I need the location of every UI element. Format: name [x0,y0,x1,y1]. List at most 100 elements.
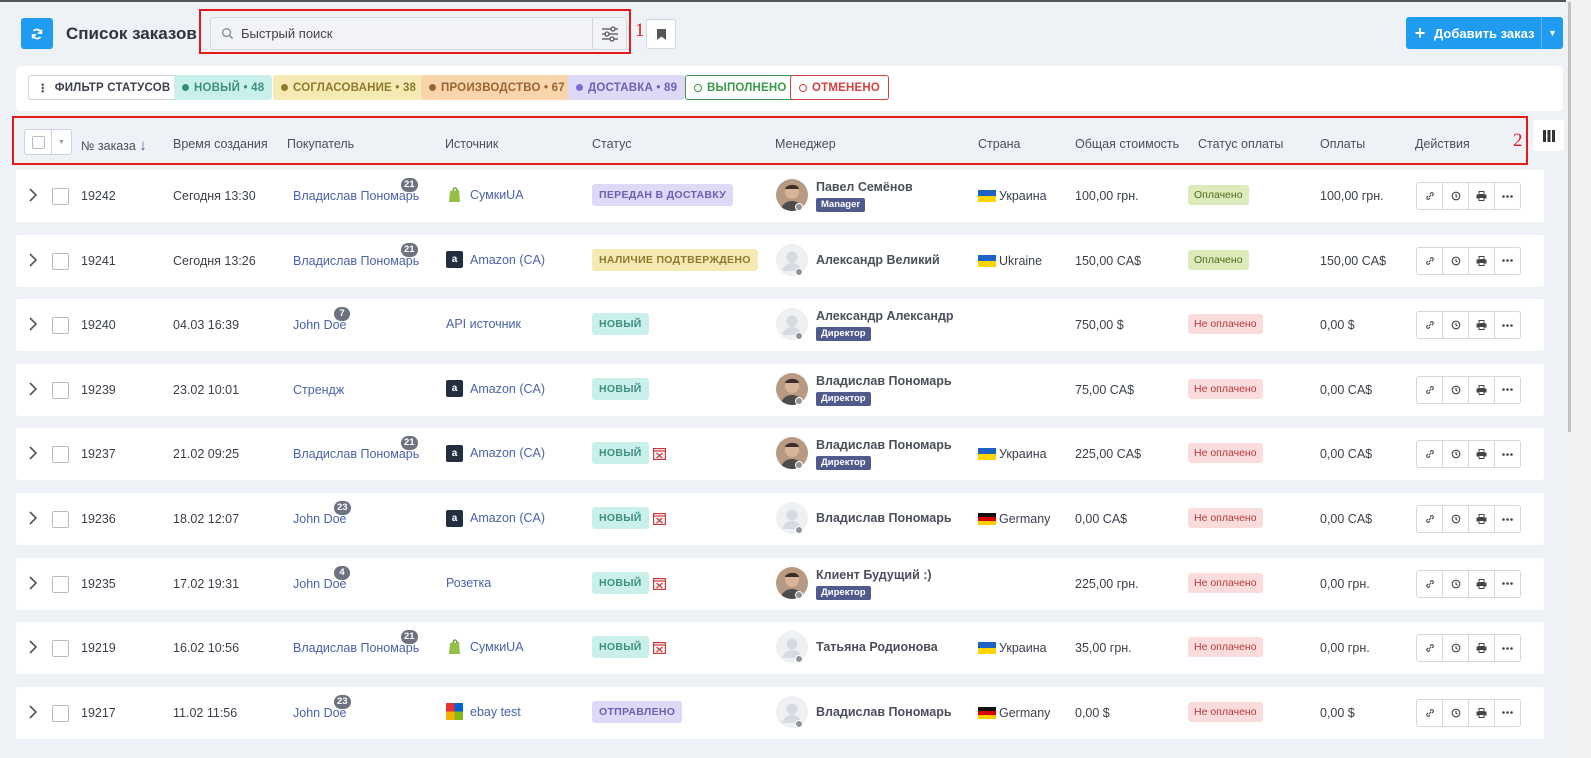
status-chip[interactable]: ДОСТАВКА • 89 [568,75,686,100]
buyer-name[interactable]: Стрендж [293,383,344,397]
link-button[interactable] [1416,505,1443,533]
history-button[interactable] [1442,569,1469,598]
chevron-right-icon[interactable] [28,382,38,399]
row-checkbox[interactable] [52,381,69,399]
history-button[interactable] [1442,246,1469,275]
status-badge[interactable]: НОВЫЙ [592,571,649,594]
history-button[interactable] [1442,375,1469,404]
row-checkbox[interactable] [52,511,69,528]
status-chip[interactable]: ОТМЕНЕНО [790,75,890,100]
chevron-right-icon[interactable] [28,446,38,463]
source-link[interactable]: API источник [446,312,521,336]
order-number[interactable]: 19219 [81,641,116,655]
chevron-right-icon[interactable] [28,705,38,722]
row-checkbox[interactable] [52,317,69,335]
status-badge[interactable]: ОТПРАВЛЕНО [592,700,683,723]
table-row[interactable]: 19241 Сегодня 13:26 Владислав Пономарь 21 a A… [16,234,1544,287]
chevron-right-icon[interactable] [28,253,38,270]
print-button[interactable] [1468,505,1495,533]
source-name[interactable]: СумкиUA [470,640,524,654]
more-button[interactable] [1494,246,1521,275]
source-name[interactable]: Розетка [446,576,491,590]
source-link[interactable]: Розетка [446,571,491,595]
chevron-right-icon[interactable] [28,317,38,334]
add-order-button[interactable]: + Добавить заказ ▼ [1406,17,1563,49]
more-button[interactable] [1494,505,1521,533]
source-name[interactable]: Amazon (CA) [470,253,545,267]
status-badge[interactable]: НОВЫЙ [592,507,649,529]
buyer-name[interactable]: Владислав Пономарь [293,254,419,268]
link-button[interactable] [1416,634,1443,663]
status-badge[interactable]: НОВЫЙ [592,442,649,465]
source-link[interactable]: a Amazon (CA) [446,248,545,272]
print-button[interactable] [1468,440,1495,469]
link-button[interactable] [1416,182,1443,210]
source-name[interactable]: Amazon (CA) [470,446,545,460]
table-row[interactable]: 19242 Сегодня 13:30 Владислав Пономарь 21 Су… [16,170,1544,222]
history-button[interactable] [1442,311,1469,340]
order-number[interactable]: 19217 [81,706,116,720]
link-button[interactable] [1416,311,1443,340]
buyer-link[interactable]: Владислав Пономарь 21 [293,178,419,203]
table-row[interactable]: 19239 23.02 10:01 Стрендж a Amazon (CA) НОВЫЙ… [16,363,1544,416]
status-chip[interactable]: СОГЛАСОВАНИЕ • 38 [273,75,425,100]
status-chip[interactable]: ПРОИЗВОДСТВО • 67 [421,75,573,100]
more-button[interactable] [1494,569,1521,598]
table-row[interactable]: 19236 18.02 12:07 John Doe 23 a Amazon (CA) НО… [16,493,1544,545]
buyer-name[interactable]: Владислав Пономарь [293,641,419,655]
order-number[interactable]: 19239 [81,383,116,397]
more-button[interactable] [1494,698,1521,727]
chevron-down-icon[interactable]: ▼ [1541,17,1563,49]
buyer-name[interactable]: Владислав Пономарь [293,447,419,461]
print-button[interactable] [1468,375,1495,404]
refresh-button[interactable] [21,18,53,49]
table-row[interactable]: 19235 17.02 19:31 John Doe 4 Розетка НОВЫЙ Кли… [16,557,1544,610]
link-button[interactable] [1416,698,1443,727]
history-button[interactable] [1442,440,1469,469]
print-button[interactable] [1468,569,1495,598]
order-number[interactable]: 19240 [81,318,116,332]
status-chip[interactable]: НОВЫЙ • 48 [174,75,273,100]
order-number[interactable]: 19235 [81,577,116,591]
status-chip[interactable]: ВЫПОЛНЕНО [685,75,796,100]
source-link[interactable]: a Amazon (CA) [446,506,545,530]
scrollbar[interactable] [1566,0,1591,758]
print-button[interactable] [1468,634,1495,663]
row-checkbox[interactable] [52,575,69,593]
buyer-link[interactable]: John Doe 4 [293,565,350,591]
order-number[interactable]: 19242 [81,189,116,203]
status-badge[interactable]: НАЛИЧИЕ ПОДТВЕРЖДЕНО [592,248,758,271]
more-button[interactable] [1494,440,1521,469]
chevron-right-icon[interactable] [28,511,38,528]
source-name[interactable]: Amazon (CA) [470,511,545,525]
row-checkbox[interactable] [52,252,69,270]
print-button[interactable] [1468,246,1495,275]
table-row[interactable]: 19219 16.02 10:56 Владислав Пономарь 21 Сумк… [16,622,1544,675]
source-link[interactable]: СумкиUA [446,183,524,207]
status-badge[interactable]: ПЕРЕДАН В ДОСТАВКУ [592,184,734,206]
order-number[interactable]: 19236 [81,512,116,526]
column-settings-button[interactable] [1533,120,1564,151]
order-number[interactable]: 19241 [81,254,116,268]
print-button[interactable] [1468,182,1495,210]
source-link[interactable]: a Amazon (CA) [446,441,545,465]
table-row[interactable]: 19240 04.03 16:39 John Doe 7 API источник НОВ… [16,299,1544,352]
link-button[interactable] [1416,440,1443,469]
history-button[interactable] [1442,505,1469,533]
saved-filters-button[interactable] [646,19,676,49]
more-button[interactable] [1494,182,1521,210]
table-row[interactable]: 19237 21.02 09:25 Владислав Пономарь 21 a Ama… [16,428,1544,481]
buyer-link[interactable]: Владислав Пономарь 21 [293,630,419,655]
source-name[interactable]: Amazon (CA) [470,382,545,396]
link-button[interactable] [1416,375,1443,404]
more-button[interactable] [1494,375,1521,404]
buyer-link[interactable]: Владислав Пономарь 21 [293,436,419,461]
print-button[interactable] [1468,698,1495,727]
source-name[interactable]: СумкиUA [470,188,524,202]
buyer-link[interactable]: John Doe 7 [293,307,350,332]
status-badge[interactable]: НОВЫЙ [592,377,649,400]
scrollbar-thumb[interactable] [1568,2,1571,432]
buyer-link[interactable]: John Doe 23 [293,694,351,720]
buyer-name[interactable]: Владислав Пономарь [293,189,419,203]
status-badge[interactable]: НОВЫЙ [592,636,649,659]
